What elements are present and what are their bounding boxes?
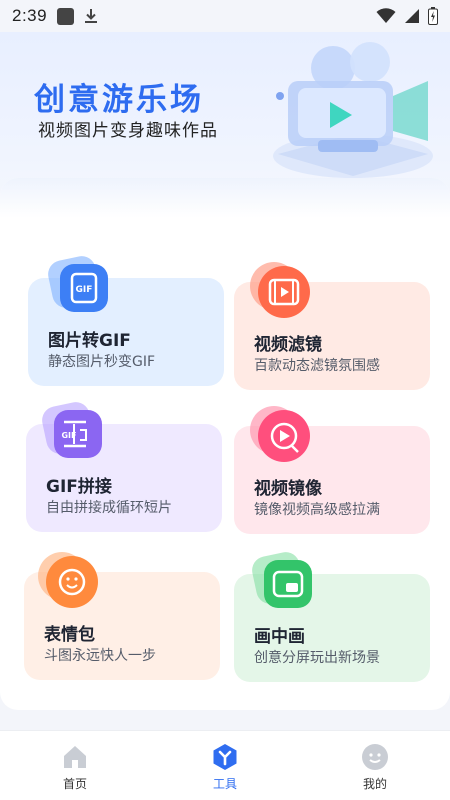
tool-desc: 自由拼接成循环短片 [46,500,172,516]
tools-icon [213,744,237,770]
svg-text:GIF: GIF [61,431,76,440]
notification-app-icon [57,7,75,25]
status-time: 2:39 [12,6,48,25]
profile-icon [362,744,388,770]
banner-subtitle: 视频图片变身趣味作品 [38,121,218,141]
tool-title: 视频镜像 [254,479,322,499]
download-icon [85,9,98,23]
tools-panel-header-fade [0,178,450,218]
wifi-icon [376,8,396,23]
nav-label-profile: 我的 [362,777,387,791]
tool-desc: 静态图片秒变GIF [48,354,156,370]
tool-desc: 斗图永远快人一步 [44,648,156,664]
svg-text:GIF: GIF [76,285,93,295]
home-icon [64,746,86,768]
nav-home[interactable]: 首页 [0,731,150,800]
gif-icon: GIF [48,256,108,312]
bottom-nav: 首页 工具 我的 [0,730,450,800]
nav-profile[interactable]: 我的 [300,731,450,800]
gif-splice-icon: GIF [42,402,102,458]
banner-title: 创意游乐场 [34,82,204,118]
tool-desc: 百款动态滤镜氛围感 [254,358,380,374]
signal-icon [405,9,419,23]
smiley-icon [38,552,98,608]
banner: 创意游乐场 视频图片变身趣味作品 [0,32,450,192]
status-bar: 2:39 [0,0,450,32]
nav-label-home: 首页 [62,777,87,791]
picture-in-picture-icon [252,552,312,608]
nav-tools[interactable]: 工具 [150,731,300,800]
nav-label-tools: 工具 [212,777,237,791]
battery-icon [428,7,438,25]
tool-desc: 创意分屏玩出新场景 [254,650,380,666]
tool-title: 画中画 [254,627,305,647]
tool-title: 表情包 [44,625,95,645]
tool-desc: 镜像视频高级感拉满 [254,502,380,518]
tool-title: 视频滤镜 [254,335,322,355]
film-filter-icon [250,262,310,318]
tool-title: 图片转GIF [48,331,131,351]
video-mirror-icon [250,406,310,462]
video-camera-illustration-icon [273,42,433,178]
tool-title: GIF拼接 [46,477,112,497]
